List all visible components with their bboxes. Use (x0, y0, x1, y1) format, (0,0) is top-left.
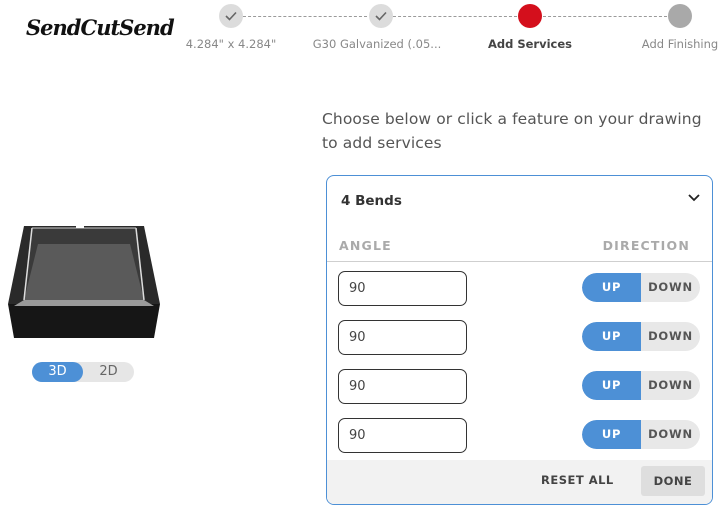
bend-2-direction-toggle: UP DOWN (582, 322, 700, 351)
view-mode-toggle: 3D 2D (32, 362, 134, 382)
bends-count-title: 4 Bends (341, 193, 402, 209)
bend-2-angle-input[interactable] (338, 320, 467, 355)
bend-4-direction-toggle: UP DOWN (582, 420, 700, 449)
bend-3-angle-input[interactable] (338, 369, 467, 404)
bend-4-up-button[interactable]: UP (582, 420, 641, 449)
step-3-label[interactable]: Add Services (488, 37, 572, 51)
chevron-down-icon[interactable] (688, 194, 700, 202)
bend-1-down-button[interactable]: DOWN (641, 273, 700, 302)
bend-row: UP DOWN (327, 411, 712, 460)
bend-4-angle-input[interactable] (338, 418, 467, 453)
progress-stepper: 4.284" x 4.284" G30 Galvanized (.05... A… (0, 0, 724, 60)
step-connector (393, 16, 517, 17)
reset-all-button[interactable]: RESET ALL (541, 473, 614, 487)
bend-3-down-button[interactable]: DOWN (641, 371, 700, 400)
step-1-label[interactable]: 4.284" x 4.284" (186, 37, 277, 51)
bends-accordion-header[interactable]: 4 Bends (327, 176, 712, 224)
checkmark-icon (375, 11, 387, 21)
bend-row: UP DOWN (327, 264, 712, 313)
bend-3-up-button[interactable]: UP (582, 371, 641, 400)
step-2-label[interactable]: G30 Galvanized (.05... (313, 37, 442, 51)
step-1-complete-circle[interactable] (219, 4, 243, 28)
step-connector (243, 16, 367, 17)
step-3-active-circle[interactable] (518, 4, 542, 28)
bend-3-direction-toggle: UP DOWN (582, 371, 700, 400)
checkmark-icon (225, 11, 237, 21)
panel-footer: RESET ALL DONE (327, 460, 712, 504)
step-4-future-circle[interactable] (668, 4, 692, 28)
bend-table-header: ANGLE DIRECTION (327, 234, 712, 262)
done-button[interactable]: DONE (641, 466, 705, 496)
step-4-label[interactable]: Add Finishing (642, 37, 718, 51)
step-2-complete-circle[interactable] (369, 4, 393, 28)
bend-1-up-button[interactable]: UP (582, 273, 641, 302)
part-3d-preview[interactable] (4, 214, 164, 346)
view-3d-option[interactable]: 3D (32, 362, 83, 382)
angle-column-header: ANGLE (339, 238, 392, 253)
bend-row: UP DOWN (327, 362, 712, 411)
bend-1-angle-input[interactable] (338, 271, 467, 306)
direction-column-header: DIRECTION (602, 238, 690, 253)
services-instruction: Choose below or click a feature on your … (322, 110, 702, 152)
bend-2-down-button[interactable]: DOWN (641, 322, 700, 351)
view-2d-option[interactable]: 2D (83, 362, 134, 382)
bend-4-down-button[interactable]: DOWN (641, 420, 700, 449)
bend-row: UP DOWN (327, 313, 712, 362)
bend-2-up-button[interactable]: UP (582, 322, 641, 351)
bend-1-direction-toggle: UP DOWN (582, 273, 700, 302)
bends-service-panel: 4 Bends ANGLE DIRECTION UP DOWN UP DOWN … (326, 175, 713, 505)
step-connector (543, 16, 667, 17)
